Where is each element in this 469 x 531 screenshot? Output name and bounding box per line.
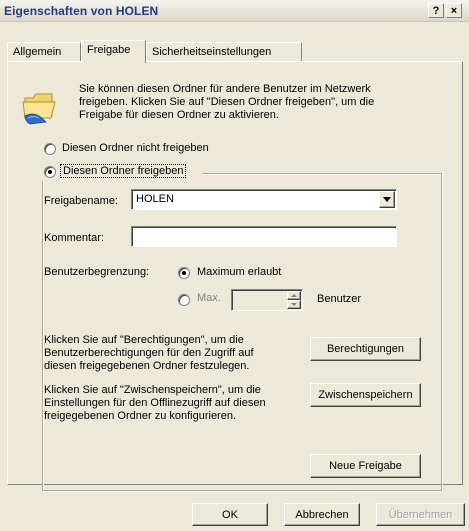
- share-name-value[interactable]: HOLEN: [136, 193, 174, 205]
- intro-line-2: freigeben. Klicken Sie auf "Diesen Ordne…: [79, 96, 375, 108]
- radio-max-users-label[interactable]: Max.: [197, 292, 221, 304]
- radio-share-label[interactable]: Diesen Ordner freigeben: [60, 164, 187, 178]
- ok-button[interactable]: OK: [192, 503, 268, 526]
- share-settings-group: [42, 173, 442, 491]
- title-bar[interactable]: Eigenschaften von HOLEN ? ×: [0, 0, 469, 22]
- help-button[interactable]: ?: [428, 3, 444, 18]
- permissions-line-1: Klicken Sie auf "Berechtigungen", um die: [44, 334, 244, 346]
- new-share-button[interactable]: Neue Freigabe: [310, 454, 421, 478]
- radio-max-users[interactable]: [178, 294, 190, 306]
- arrow-down-icon: [291, 303, 297, 306]
- stepper-up-button[interactable]: [287, 291, 301, 300]
- chevron-down-icon: [383, 197, 391, 202]
- share-name-combobox[interactable]: HOLEN: [131, 189, 397, 210]
- permissions-button[interactable]: Berechtigungen: [310, 337, 421, 361]
- share-name-label: Freigabename:: [44, 195, 118, 207]
- comment-label: Kommentar:: [44, 232, 104, 244]
- cancel-button[interactable]: Abbrechen: [284, 503, 360, 526]
- permissions-line-3: diesen freigegebenen Ordner festzulegen.: [44, 360, 250, 372]
- caching-line-3: freigegebenen Ordner zu konfigurieren.: [44, 410, 237, 422]
- intro-line-1: Sie können diesen Ordner für andere Benu…: [79, 83, 371, 95]
- tab-sicherheitseinstellungen[interactable]: Sicherheitseinstellungen: [146, 42, 302, 62]
- radio-not-share[interactable]: [44, 143, 56, 155]
- shared-folder-icon: [22, 93, 56, 125]
- comment-input[interactable]: [131, 226, 397, 247]
- share-name-dropdown-button[interactable]: [379, 191, 395, 208]
- apply-button[interactable]: Übernehmen: [376, 503, 465, 526]
- tab-freigabe[interactable]: Freigabe: [81, 40, 146, 63]
- arrow-up-icon: [291, 294, 297, 297]
- permissions-line-2: Benutzerberechtigungen für den Zugriff a…: [44, 347, 254, 359]
- window-title: Eigenschaften von HOLEN: [4, 4, 159, 18]
- caching-button[interactable]: Zwischenspeichern: [310, 383, 421, 407]
- radio-maximum-allowed-label[interactable]: Maximum erlaubt: [197, 266, 281, 278]
- user-limit-label: Benutzerbegrenzung:: [44, 266, 150, 278]
- radio-maximum-allowed[interactable]: [178, 267, 190, 279]
- tab-allgemein[interactable]: Allgemein: [7, 42, 81, 62]
- stepper-down-button[interactable]: [287, 300, 301, 309]
- caching-line-1: Klicken Sie auf "Zwischenspeichern", um …: [44, 384, 261, 396]
- radio-not-share-label[interactable]: Diesen Ordner nicht freigeben: [62, 142, 209, 154]
- max-users-unit: Benutzer: [317, 293, 362, 305]
- radio-share[interactable]: [44, 166, 56, 178]
- intro-line-3: Freigabe für diesen Ordner zu aktivieren…: [79, 109, 279, 121]
- caching-line-2: Einstellungen für den Offlinezugriff auf…: [44, 397, 266, 409]
- close-button[interactable]: ×: [446, 3, 462, 18]
- max-users-stepper[interactable]: [231, 289, 303, 311]
